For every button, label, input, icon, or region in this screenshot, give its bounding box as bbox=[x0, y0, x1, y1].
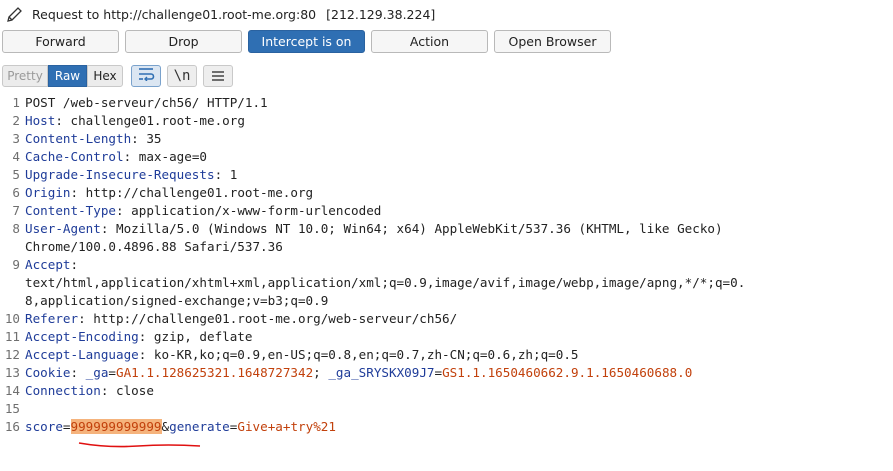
header-line: 14 Connection: close bbox=[4, 383, 154, 398]
tab-hex[interactable]: Hex bbox=[87, 65, 123, 87]
request-url-label: Request to http://challenge01.root-me.or… bbox=[32, 6, 317, 22]
red-underline-annotation bbox=[78, 442, 201, 448]
cookie-line: 13 Cookie: _ga=GA1.1.128625321.1648727342… bbox=[4, 365, 693, 380]
word-wrap-toggle[interactable] bbox=[131, 65, 161, 87]
header-line: 2 Host: challenge01.root-me.org bbox=[12, 113, 245, 128]
tab-raw[interactable]: Raw bbox=[48, 65, 87, 87]
header-line: 10 Referer: http://challenge01.root-me.or… bbox=[4, 311, 458, 326]
wrap-icon bbox=[137, 67, 155, 85]
drop-button[interactable]: Drop bbox=[125, 30, 242, 53]
intercept-toolbar: Forward Drop Intercept is on Action Open… bbox=[2, 30, 611, 55]
header-line-continued: text/html,application/xhtml+xml,applicat… bbox=[25, 275, 746, 290]
header-line: 5 Upgrade-Insecure-Requests: 1 bbox=[12, 167, 238, 182]
pencil-icon[interactable] bbox=[4, 3, 26, 25]
action-button[interactable]: Action bbox=[371, 30, 488, 53]
header-line-continued: 8,application/signed-exchange;v=b3;q=0.9 bbox=[25, 293, 329, 308]
body-line: 16 score=999999999999&generate=Give+a+try… bbox=[4, 419, 336, 434]
header-line: 8 User-Agent: Mozilla/5.0 (Windows NT 10.… bbox=[12, 221, 723, 236]
request-title-bar: Request to http://challenge01.root-me.or… bbox=[0, 0, 893, 28]
header-line: 4 Cache-Control: max-age=0 bbox=[12, 149, 207, 164]
view-toolbar: Pretty Raw Hex \n bbox=[2, 64, 233, 88]
header-line: 9 Accept: bbox=[12, 257, 79, 272]
header-line-continued: Chrome/100.0.4896.88 Safari/537.36 bbox=[25, 239, 283, 254]
score-value-selected[interactable]: 999999999999 bbox=[70, 419, 162, 434]
show-newlines-toggle[interactable]: \n bbox=[167, 65, 197, 87]
intercept-toggle-button[interactable]: Intercept is on bbox=[248, 30, 365, 53]
forward-button[interactable]: Forward bbox=[2, 30, 119, 53]
header-line: 12 Accept-Language: ko-KR,ko;q=0.9,en-US;… bbox=[4, 347, 579, 362]
request-line: 1 POST /web-serveur/ch56/ HTTP/1.1 bbox=[12, 95, 268, 110]
tab-pretty[interactable]: Pretty bbox=[2, 65, 48, 87]
empty-line: 15 bbox=[4, 401, 20, 416]
request-ip-label: [212.129.38.224] bbox=[326, 6, 436, 22]
header-line: 7 Content-Type: application/x-www-form-ur… bbox=[12, 203, 382, 218]
open-browser-button[interactable]: Open Browser bbox=[494, 30, 611, 53]
header-line: 6 Origin: http://challenge01.root-me.org bbox=[12, 185, 314, 200]
raw-request-editor[interactable]: 1 POST /web-serveur/ch56/ HTTP/1.1 2 Host:… bbox=[0, 94, 893, 471]
menu-icon[interactable] bbox=[203, 65, 233, 87]
header-line: 11 Accept-Encoding: gzip, deflate bbox=[4, 329, 253, 344]
header-line: 3 Content-Length: 35 bbox=[12, 131, 162, 146]
